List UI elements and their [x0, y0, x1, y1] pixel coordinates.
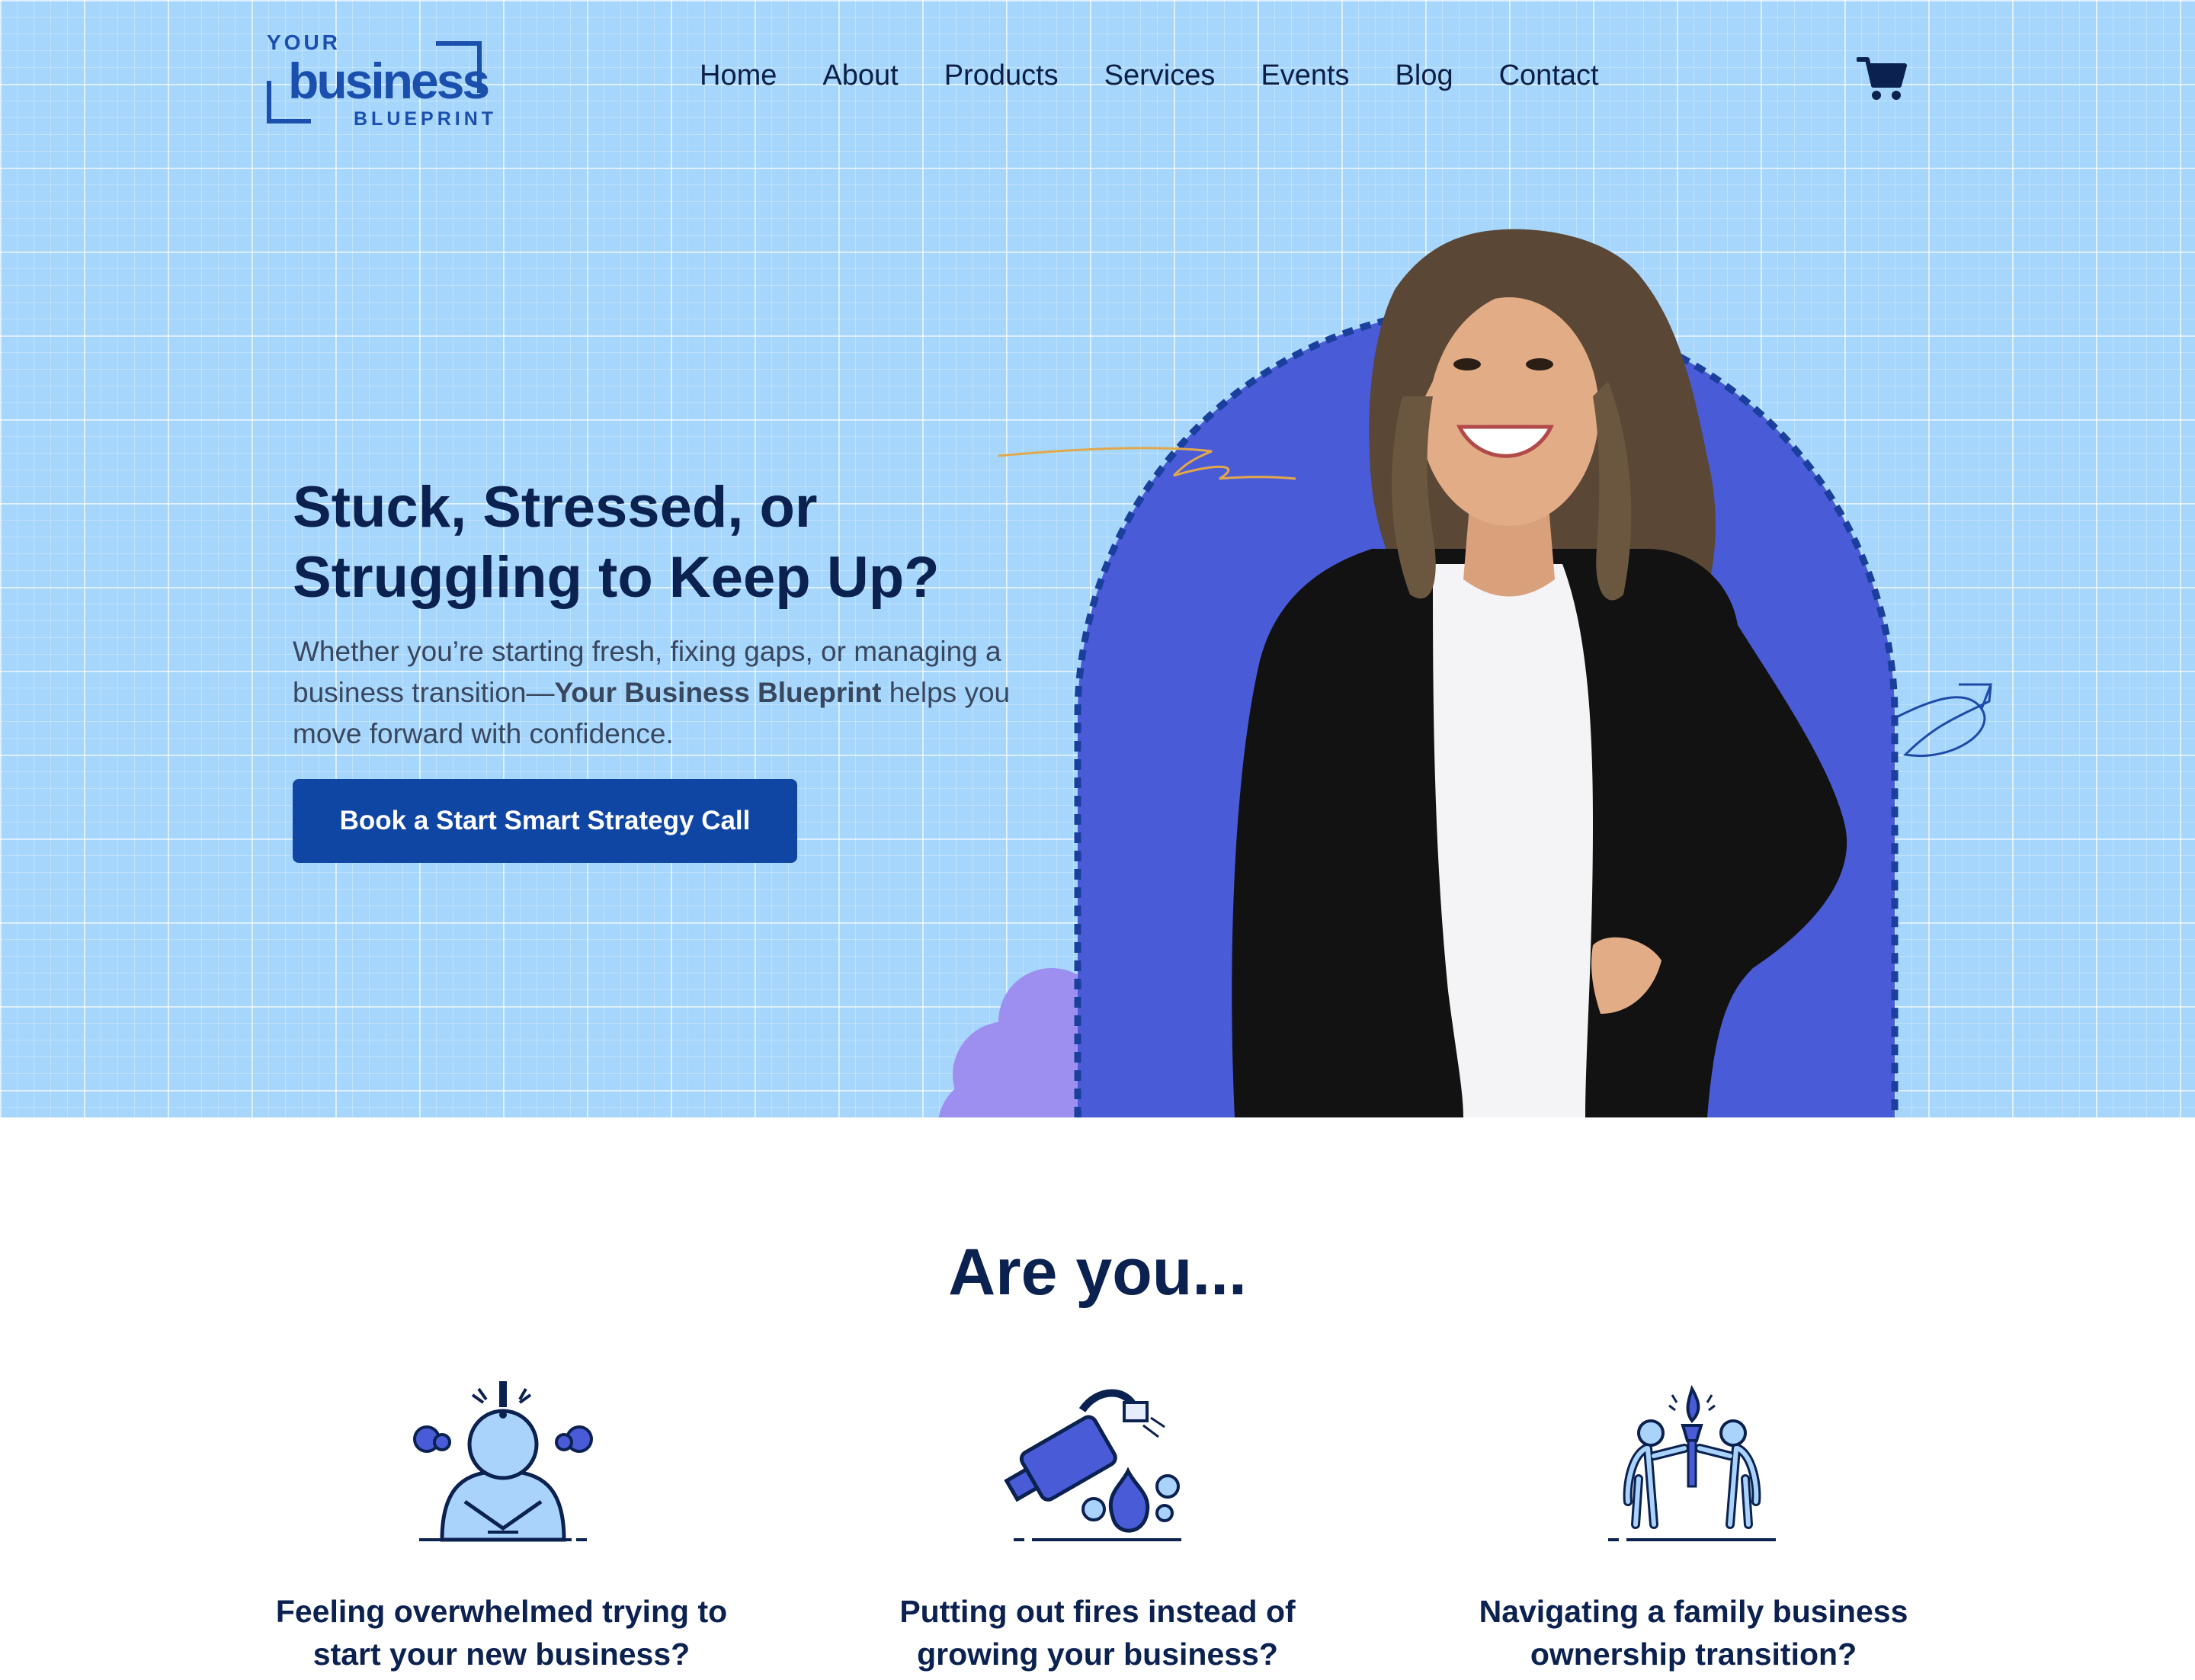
hero-subtext: Whether you’re starting fresh, fixing ga…	[293, 631, 1024, 755]
torch-handoff-icon	[1608, 1384, 1776, 1541]
overwhelmed-person-icon	[413, 1381, 593, 1542]
card-family-line2: ownership transition?	[1530, 1637, 1857, 1672]
hero-subtext-bold: Your Business Blueprint	[554, 677, 882, 708]
card-fires-title: Putting out fires instead of growing you…	[823, 1590, 1372, 1675]
fire-extinguisher-icon	[1004, 1389, 1181, 1541]
book-strategy-call-button[interactable]: Book a Start Smart Strategy Call	[293, 779, 797, 863]
card-overwhelmed-line2: start your new business?	[312, 1637, 691, 1672]
card-fires-line2: growing your business?	[917, 1637, 1278, 1672]
hero-section: YOUR business BLUEPRINT Home About Produ…	[0, 0, 2195, 1117]
card-fires-line1: Putting out fires instead of	[899, 1594, 1296, 1629]
card-family-title: Navigating a family business ownership t…	[1419, 1590, 1968, 1675]
hero-headline: Stuck, Stressed, or Struggling to Keep U…	[293, 473, 1055, 613]
card-overwhelmed-line1: Feeling overwhelmed trying to	[275, 1594, 728, 1629]
are-you-heading: Are you...	[948, 1236, 1247, 1309]
arrow-scribble	[1897, 685, 1992, 757]
card-family-line1: Navigating a family business	[1479, 1594, 1908, 1629]
card-overwhelmed-title: Feeling overwhelmed trying to start your…	[227, 1590, 776, 1675]
hero-headline-line2: Struggling to Keep Up?	[293, 545, 940, 610]
hero-headline-line1: Stuck, Stressed, or	[293, 475, 818, 540]
